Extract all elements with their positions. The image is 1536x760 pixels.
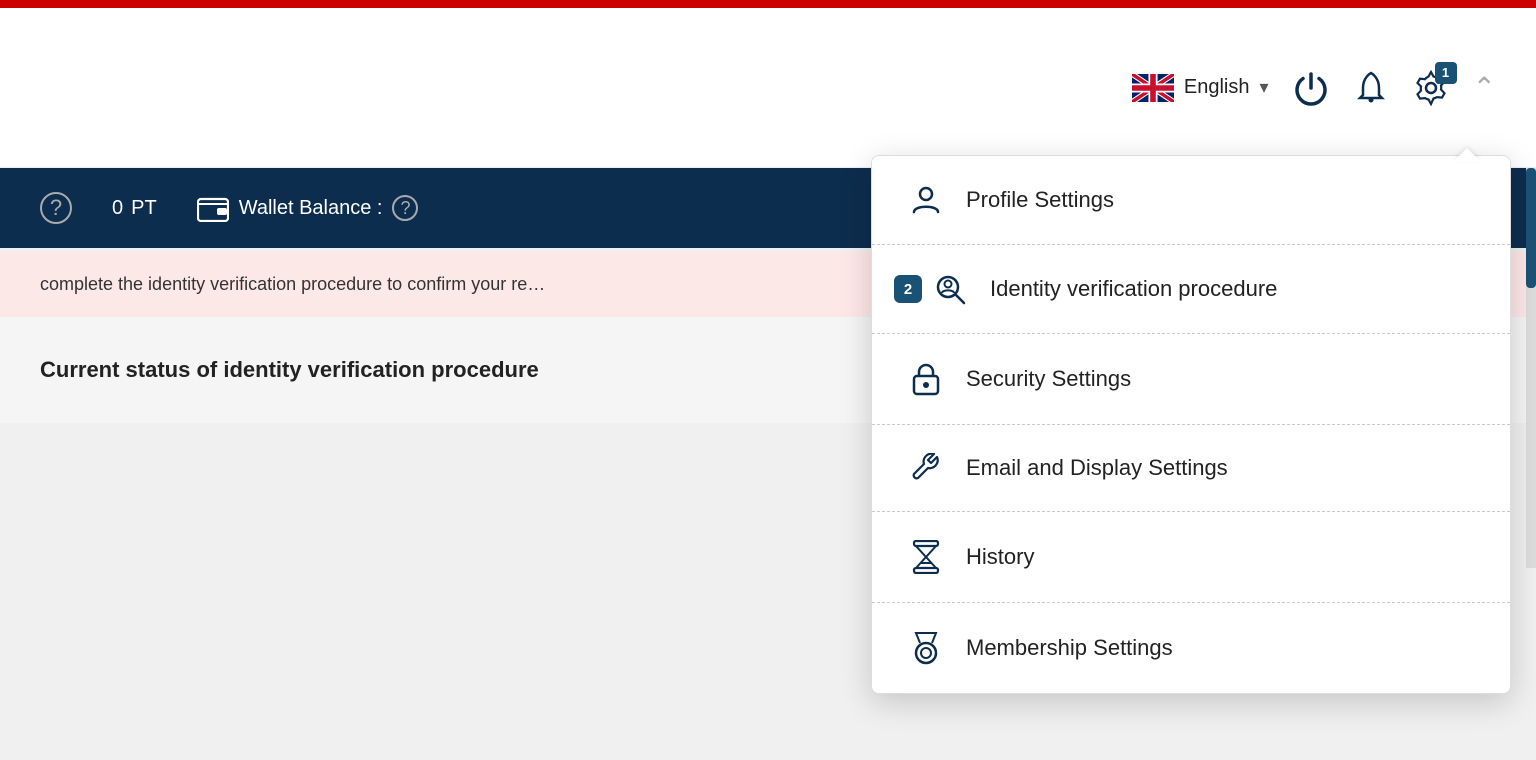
scrollbar[interactable] — [1526, 168, 1536, 568]
uk-flag-icon — [1132, 74, 1174, 102]
medal-icon — [908, 631, 944, 665]
power-button[interactable] — [1293, 70, 1329, 106]
menu-item-history[interactable]: History — [872, 512, 1510, 603]
identity-badge: 2 — [894, 275, 922, 303]
power-icon — [1293, 70, 1329, 106]
header-controls: English ▾ 1 ⌃ — [1132, 70, 1496, 106]
wallet-label: Wallet Balance : — [239, 197, 383, 220]
menu-item-email-display-settings[interactable]: Email and Display Settings — [872, 425, 1510, 512]
wallet-display: Wallet Balance : ? — [197, 194, 419, 222]
help-icon-button[interactable]: ? — [40, 192, 72, 224]
chevron-up-icon: ⌃ — [1473, 71, 1496, 104]
menu-chevron-button[interactable]: ⌃ — [1473, 71, 1496, 104]
search-person-icon — [932, 273, 968, 305]
dropdown-menu: Profile Settings 2 Identity verification… — [871, 155, 1511, 694]
wallet-icon — [197, 194, 229, 222]
settings-button[interactable]: 1 — [1413, 70, 1449, 106]
person-icon — [908, 184, 944, 216]
membership-settings-label: Membership Settings — [966, 635, 1173, 661]
identity-verification-label: Identity verification procedure — [990, 276, 1277, 302]
points-value: 0 — [112, 197, 123, 220]
security-settings-label: Security Settings — [966, 366, 1131, 392]
lock-icon — [908, 362, 944, 396]
header: English ▾ 1 ⌃ — [0, 8, 1536, 168]
scrollbar-thumb[interactable] — [1526, 168, 1536, 288]
hourglass-icon — [908, 540, 944, 574]
points-unit: PT — [131, 197, 157, 220]
top-bar — [0, 0, 1536, 8]
menu-item-profile-settings[interactable]: Profile Settings — [872, 156, 1510, 245]
points-display: 0 PT — [112, 197, 157, 220]
history-label: History — [966, 544, 1034, 570]
wrench-icon — [908, 453, 944, 483]
language-label: English — [1184, 76, 1250, 99]
bell-icon — [1353, 70, 1389, 106]
alert-text: complete the identity verification proce… — [40, 274, 545, 294]
language-selector[interactable]: English ▾ — [1132, 74, 1269, 102]
email-display-settings-label: Email and Display Settings — [966, 455, 1228, 481]
notification-button[interactable] — [1353, 70, 1389, 106]
menu-item-identity-verification[interactable]: 2 Identity verification procedure — [872, 245, 1510, 334]
profile-settings-label: Profile Settings — [966, 187, 1114, 213]
menu-item-membership-settings[interactable]: Membership Settings — [872, 603, 1510, 693]
language-chevron-icon: ▾ — [1259, 77, 1268, 98]
settings-badge: 1 — [1435, 62, 1457, 84]
wallet-help-icon[interactable]: ? — [392, 195, 418, 221]
dropdown-arrow — [1453, 148, 1481, 162]
menu-item-security-settings[interactable]: Security Settings — [872, 334, 1510, 425]
